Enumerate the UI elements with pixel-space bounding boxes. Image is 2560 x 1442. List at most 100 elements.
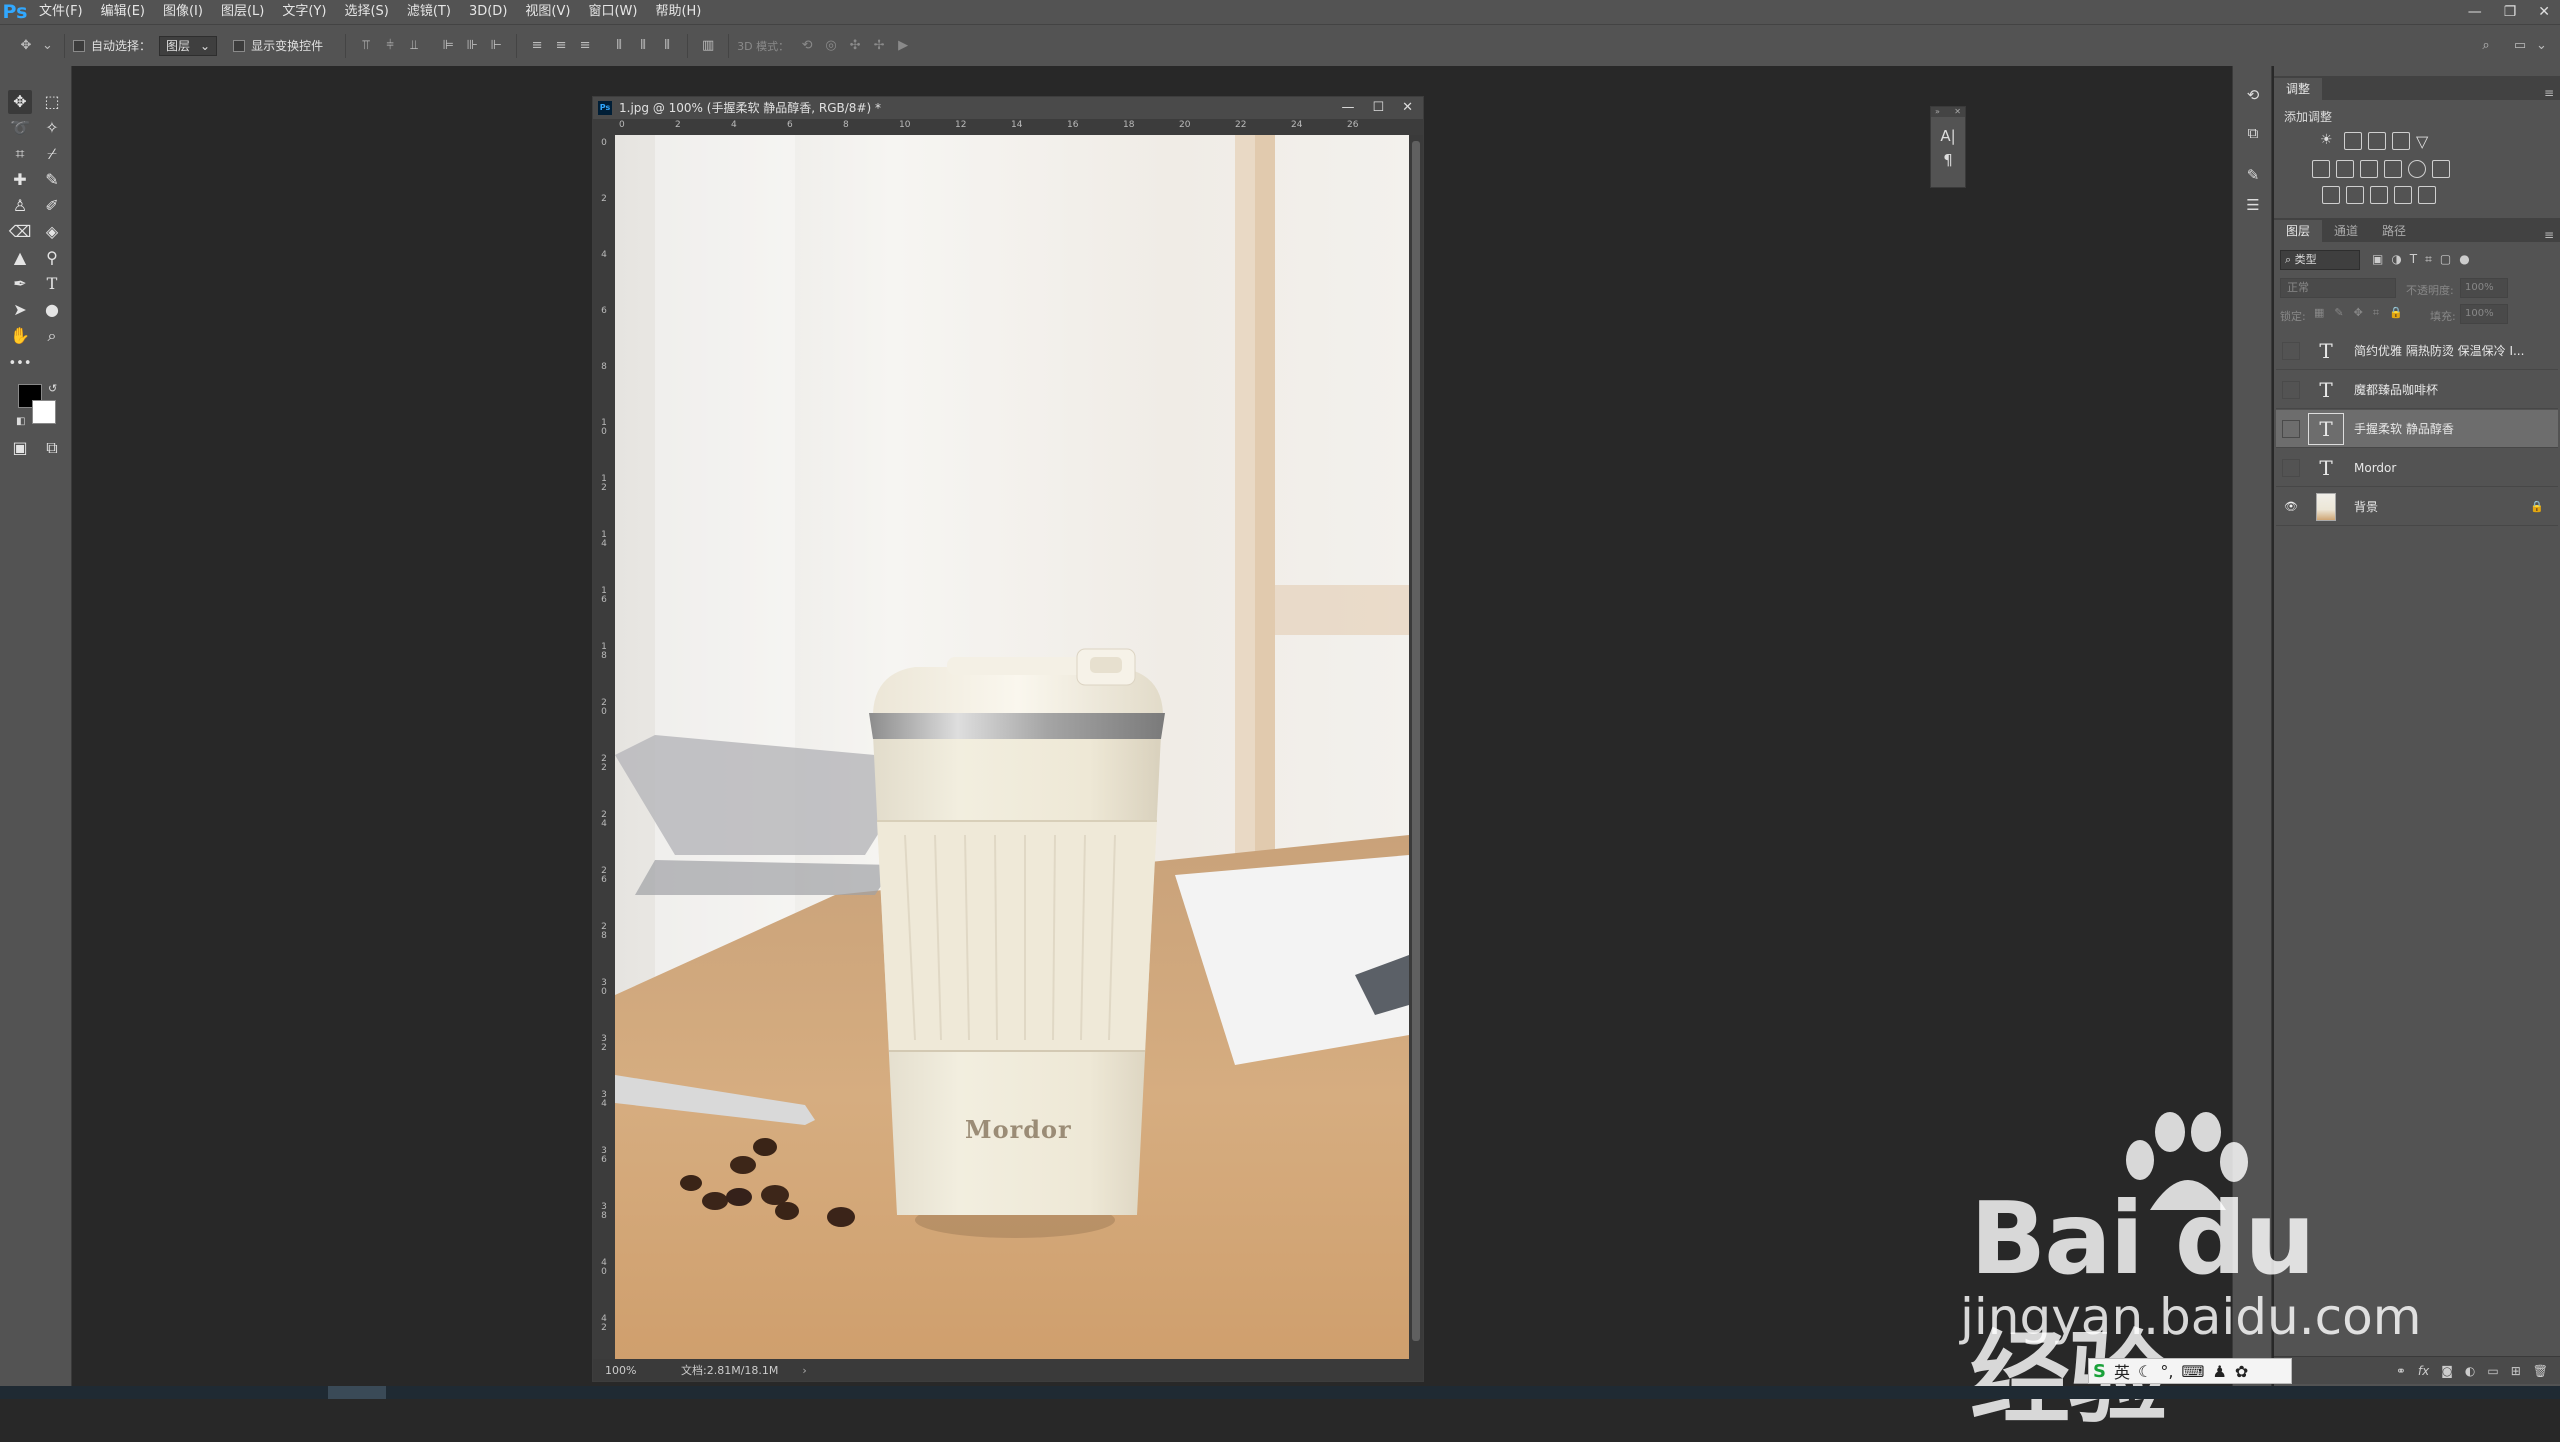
move-tool-icon[interactable]: ✥ (18, 38, 34, 54)
3d-pan-icon[interactable]: ✣ (847, 38, 863, 54)
layer-row-background[interactable]: 👁 背景 🔒 (2276, 488, 2558, 526)
lock-icons[interactable]: ▦✎✥⌗🔒 (2314, 306, 2413, 320)
taskbar-active-item[interactable] (328, 1386, 386, 1399)
menu-select[interactable]: 选择(S) (335, 0, 397, 24)
close-icon[interactable]: ✕ (1402, 97, 1413, 119)
3d-slide-icon[interactable]: ✢ (871, 38, 887, 54)
layer-row[interactable]: T Mordor (2276, 449, 2558, 487)
minimize-icon[interactable]: — (1341, 97, 1354, 119)
distribute-hcenter-icon[interactable]: ⦀ (635, 38, 651, 54)
distribute-top-icon[interactable]: ≡ (529, 38, 545, 54)
menu-edit[interactable]: 编辑(E) (92, 0, 154, 24)
properties-icon[interactable]: ☰ (2241, 196, 2265, 218)
ruler-origin[interactable] (593, 119, 615, 135)
color-lookup-icon[interactable] (2432, 160, 2450, 178)
menu-type[interactable]: 文字(Y) (273, 0, 335, 24)
menu-help[interactable]: 帮助(H) (646, 0, 710, 24)
visibility-toggle[interactable] (2282, 419, 2300, 438)
show-transform-checkbox[interactable] (233, 39, 246, 52)
menu-layer[interactable]: 图层(L) (212, 0, 273, 24)
align-right-icon[interactable]: ⊩ (488, 38, 504, 54)
opacity-input[interactable]: 100% (2460, 278, 2508, 298)
marquee-tool-icon[interactable]: ⬚ (40, 90, 64, 114)
distribute-vcenter-icon[interactable]: ≡ (553, 38, 569, 54)
auto-select-dropdown[interactable]: 图层 ⌄ (159, 35, 218, 56)
canvas-image[interactable]: Mordor (615, 135, 1409, 1359)
distribute-left-icon[interactable]: ⦀ (611, 38, 627, 54)
trash-icon[interactable]: 🗑 (2533, 1364, 2548, 1378)
sogou-logo-icon[interactable]: S (2093, 1361, 2106, 1382)
hue-saturation-icon[interactable] (2312, 160, 2330, 178)
keyboard-icon[interactable]: ⌨ (2181, 1362, 2204, 1381)
exposure-icon[interactable] (2392, 132, 2410, 150)
eraser-icon[interactable]: ⌫ (8, 220, 32, 244)
healing-brush-icon[interactable]: ✚ (8, 168, 32, 192)
panel-menu-icon[interactable]: ≡ (2544, 86, 2560, 100)
photo-filter-icon[interactable] (2384, 160, 2402, 178)
add-mask-icon[interactable]: ◙ (2441, 1364, 2453, 1378)
posterize-icon[interactable] (2346, 186, 2364, 204)
levels-icon[interactable] (2344, 132, 2362, 150)
eyedropper-icon[interactable]: ⌿ (40, 142, 64, 166)
character-panel-icon[interactable]: A| (1931, 127, 1965, 145)
default-colors-icon[interactable]: ◧ (16, 416, 25, 427)
workspace-icon[interactable]: ▭ (2512, 38, 2528, 54)
selective-color-icon[interactable] (2394, 186, 2412, 204)
restore-icon[interactable]: ❐ (2504, 4, 2517, 20)
menu-file[interactable]: 文件(F) (30, 0, 92, 24)
more-tools-icon[interactable]: ••• (8, 352, 32, 376)
distribute-bottom-icon[interactable]: ≡ (577, 38, 593, 54)
document-tab[interactable]: Ps 1.jpg @ 100% (手握柔软 静品醇香, RGB/8#) * — … (593, 97, 1423, 119)
color-balance-icon[interactable] (2336, 160, 2354, 178)
ime-language[interactable]: 英 (2114, 1359, 2130, 1383)
layer-filter-icons[interactable]: ▣◑T⌗▢● (2372, 252, 2478, 267)
chevron-down-icon[interactable]: ⌄ (2536, 38, 2547, 54)
tab-layers[interactable]: 图层 (2274, 220, 2323, 242)
chevron-right-icon[interactable]: › (802, 1364, 806, 1377)
visibility-toggle[interactable] (2282, 341, 2300, 360)
zoom-tool-icon[interactable]: ⌕ (40, 324, 64, 348)
horizontal-ruler[interactable]: 0 2 4 6 8 10 12 14 16 18 20 22 24 26 (615, 119, 1423, 135)
fill-input[interactable]: 100% (2460, 304, 2508, 324)
path-select-icon[interactable]: ➤ (8, 298, 32, 322)
pen-tool-icon[interactable]: ✒ (8, 272, 32, 296)
brightness-icon[interactable]: ☀ (2320, 132, 2338, 150)
channel-mixer-icon[interactable] (2408, 160, 2426, 178)
auto-align-icon[interactable]: ▥ (700, 38, 716, 54)
close-icon[interactable]: ✕ (1954, 107, 1961, 117)
background-color-swatch[interactable] (32, 400, 56, 424)
brush-tool-icon[interactable]: ✎ (40, 168, 64, 192)
layer-filter-dropdown[interactable]: ⌕ 类型 (2280, 250, 2360, 270)
vertical-scrollbar[interactable] (1409, 135, 1423, 1359)
align-bottom-icon[interactable]: ⫫ (406, 38, 422, 54)
adjustment-layer-icon[interactable]: ◐ (2465, 1364, 2475, 1378)
history-icon[interactable]: ⟲ (2241, 86, 2265, 108)
vibrance-icon[interactable]: ▽ (2416, 132, 2434, 151)
magic-wand-icon[interactable]: ✧ (40, 116, 64, 140)
new-layer-icon[interactable]: ⊞ (2511, 1364, 2521, 1378)
punctuation-icon[interactable]: °, (2160, 1362, 2173, 1381)
crop-tool-icon[interactable]: ⌗ (8, 142, 32, 166)
menu-image[interactable]: 图像(I) (154, 0, 212, 24)
layer-row[interactable]: T 魔都臻品咖啡杯 (2276, 371, 2558, 409)
visibility-toggle[interactable] (2282, 458, 2300, 477)
zoom-level[interactable]: 100% (593, 1364, 663, 1377)
distribute-right-icon[interactable]: ⦀ (659, 38, 675, 54)
minimize-icon[interactable]: — (2468, 4, 2482, 20)
curves-icon[interactable] (2368, 132, 2386, 150)
align-left-icon[interactable]: ⊫ (440, 38, 456, 54)
brush-settings-icon[interactable]: ✎ (2241, 166, 2265, 188)
3d-rotate-icon[interactable]: ⟲ (799, 38, 815, 54)
paint-bucket-icon[interactable]: ◈ (40, 220, 64, 244)
blend-mode-dropdown[interactable]: 正常 (2280, 278, 2396, 298)
grid-icon[interactable]: ✿ (2235, 1362, 2248, 1381)
tab-channels[interactable]: 通道 (2322, 220, 2370, 242)
align-vcenter-icon[interactable]: ⫩ (382, 38, 398, 54)
swap-colors-icon[interactable]: ↺ (48, 382, 57, 395)
search-icon[interactable]: ⌕ (2478, 38, 2494, 54)
eye-icon[interactable]: 👁 (2282, 498, 2300, 516)
collapse-icon[interactable]: » (1935, 107, 1940, 117)
screen-mode-icon[interactable]: ⧉ (40, 436, 64, 460)
clone-source-icon[interactable]: ⧉ (2241, 124, 2265, 146)
panel-menu-icon[interactable]: ≡ (2544, 228, 2560, 242)
